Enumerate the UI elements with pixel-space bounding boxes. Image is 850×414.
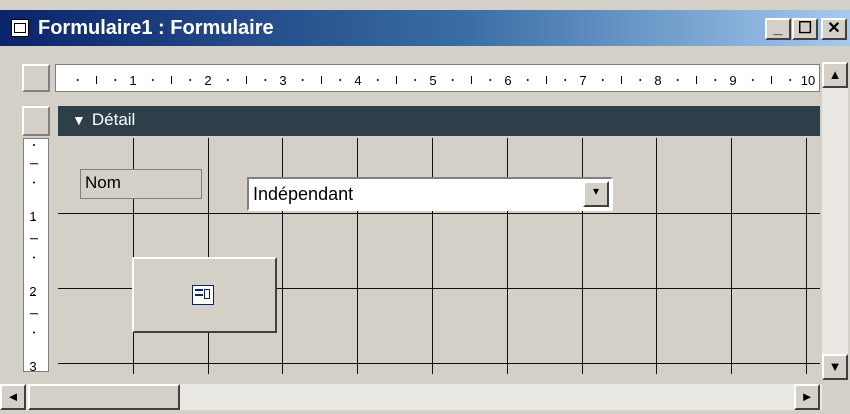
form-icon [192,285,214,305]
ruler-number: 3 [279,73,286,88]
ruler-dot [751,79,754,81]
ruler-dot [76,79,79,81]
section-selector[interactable] [22,106,50,136]
grid-line [507,138,508,374]
ruler-number: 2 [29,284,36,299]
ruler-dot [526,79,529,81]
horizontal-ruler[interactable]: 1 2 3 4 5 6 7 8 9 10 [55,64,820,92]
window-title: Formulaire1 : Formulaire [38,17,274,39]
scroll-right-button[interactable]: ► [794,384,820,410]
grid-line [58,363,820,364]
size-grip[interactable] [822,384,850,414]
arrow-up-icon: ▲ [828,67,842,82]
grid-line [806,138,807,374]
scroll-left-button[interactable]: ◄ [0,384,26,410]
grid-line [208,138,209,374]
maximize-icon: ☐ [797,20,813,37]
vertical-ruler[interactable]: 1 2 3 [23,138,49,372]
arrow-right-icon: ► [800,389,814,404]
vertical-ruler-graphic: 1 2 3 [29,144,38,372]
ruler-number: 3 [29,359,36,372]
grid-line [582,138,583,374]
chevron-down-icon: ▾ [592,184,600,198]
title-bar[interactable]: Formulaire1 : Formulaire _ ☐ ✕ [0,10,850,46]
ruler-number: 8 [654,73,661,88]
grid-line [58,213,820,214]
subform-control[interactable] [132,257,277,333]
ruler-number: 1 [29,209,36,224]
grid-line [357,138,358,374]
ruler-number: 7 [579,73,586,88]
grid-line [282,138,283,374]
maximize-button[interactable]: ☐ [792,18,818,40]
ruler-number: 9 [729,73,736,88]
section-arrow-icon: ▼ [72,112,86,128]
form-selector[interactable] [22,64,50,92]
ruler-dot [151,79,154,81]
ruler-dot [33,181,35,184]
close-button[interactable]: ✕ [821,18,847,40]
ruler-dot [301,79,304,81]
vertical-scrollbar[interactable]: ▲ ▼ [822,62,848,380]
scroll-up-button[interactable]: ▲ [822,62,848,88]
ruler-dot [489,79,492,81]
ruler-dot [226,79,229,81]
ruler-dot [33,144,35,146]
label-nom[interactable]: Nom [80,169,202,199]
ruler-dot [189,79,192,81]
ruler-number: 4 [354,73,361,88]
ruler-dot [676,79,679,81]
ruler-number: 5 [429,73,436,88]
ruler-dot [601,79,604,81]
arrow-down-icon: ▼ [828,359,842,374]
form-icon[interactable] [11,19,29,37]
grid-line [656,138,657,374]
horizontal-ruler-graphic: 1 2 3 4 5 6 7 8 9 10 [76,73,815,88]
ruler-dot [339,79,342,81]
ruler-dot [414,79,417,81]
ruler-dot [451,79,454,81]
ruler-number: 2 [204,73,211,88]
grid-line [731,138,732,374]
ruler-dot [33,256,35,259]
ruler-dot [714,79,717,81]
combo-value: Indépendant [253,184,354,204]
scroll-thumb[interactable] [28,384,180,410]
section-title: Détail [91,110,136,129]
scroll-down-button[interactable]: ▼ [822,354,848,380]
minimize-icon: _ [773,20,783,37]
close-icon: ✕ [827,20,841,37]
ruler-dot [114,79,117,81]
ruler-number: 6 [504,73,511,88]
grid-line [432,138,433,374]
detail-section-header[interactable]: ▼ Détail [58,106,820,136]
ruler-dot [376,79,379,81]
ruler-dot [264,79,267,81]
minimize-button[interactable]: _ [765,18,791,40]
combo-box[interactable]: Indépendant ▾ [247,177,613,211]
ruler-number: 1 [129,73,136,88]
arrow-left-icon: ◄ [6,389,20,404]
ruler-number: 10 [801,73,815,88]
form-design-window: Formulaire1 : Formulaire _ ☐ ✕ 1 2 3 4 5… [0,0,850,414]
ruler-dot [564,79,567,81]
section-label: ▼ Détail [72,110,135,130]
horizontal-scrollbar[interactable]: ◄ ► [0,384,822,410]
combo-dropdown-button[interactable]: ▾ [583,181,609,207]
ruler-dot [789,79,792,81]
ruler-dot [33,331,35,334]
ruler-dot [639,79,642,81]
